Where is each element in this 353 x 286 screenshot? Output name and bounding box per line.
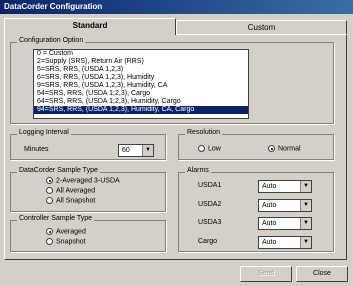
- config-option-listbox[interactable]: 0 = Custom 2=Supply (SRS), Return Air (R…: [33, 49, 249, 119]
- radio-on-icon: [46, 228, 53, 235]
- sample-type-legend: DataCorder Sample Type: [17, 167, 100, 174]
- minutes-label: Minutes: [24, 146, 49, 153]
- alarm-select-usda2[interactable]: Auto ▼: [258, 199, 312, 212]
- alarm-value: Auto: [262, 202, 277, 209]
- list-item[interactable]: 6=SRS, RRS, (USDA 1,2,3), Humidity: [34, 74, 248, 82]
- radio-off-icon: [46, 197, 53, 204]
- alarm-label-usda1: USDA1: [198, 182, 222, 189]
- controller-sample-radio-averaged[interactable]: Averaged: [46, 228, 86, 235]
- controller-sample-label: Averaged: [56, 228, 86, 236]
- alarm-label-usda2: USDA2: [198, 201, 222, 208]
- alarm-value: Auto: [262, 220, 277, 227]
- sample-type-label: All Snapshot: [56, 197, 96, 205]
- send-button[interactable]: Send: [240, 266, 292, 282]
- sample-type-label: 2-Averaged 3-USDA: [56, 177, 120, 185]
- sample-type-label: All Averaged: [56, 187, 96, 195]
- alarm-select-usda1[interactable]: Auto ▼: [258, 180, 312, 193]
- resolution-low-label: Low: [208, 145, 221, 153]
- sample-type-radio-averaged-usda[interactable]: 2-Averaged 3-USDA: [46, 177, 120, 184]
- alarm-value: Auto: [262, 239, 277, 246]
- alarm-label-cargo: Cargo: [198, 238, 218, 245]
- controller-sample-radio-snapshot[interactable]: Snapshot: [46, 238, 86, 245]
- list-item[interactable]: 5=SRS, RRS, (USDA 1,2,3): [34, 66, 248, 74]
- window-title: DataCorder Configuration: [0, 0, 353, 14]
- logging-interval-legend: Logging Interval: [17, 129, 71, 136]
- chevron-down-icon[interactable]: ▼: [142, 145, 153, 156]
- resolution-normal-radio[interactable]: Normal: [268, 145, 301, 152]
- resolution-low-radio[interactable]: Low: [198, 145, 221, 152]
- list-item[interactable]: 64=SRS, RRS, (USDA 1,2,3), Humidity, Car…: [34, 98, 248, 106]
- list-item[interactable]: 0 = Custom: [34, 50, 248, 58]
- chevron-down-icon[interactable]: ▼: [300, 237, 311, 248]
- sample-type-radio-all-snapshot[interactable]: All Snapshot: [46, 197, 95, 204]
- close-button[interactable]: Close: [296, 266, 348, 282]
- radio-on-icon: [268, 145, 275, 152]
- radio-on-icon: [46, 177, 53, 184]
- chevron-down-icon[interactable]: ▼: [300, 218, 311, 229]
- minutes-value: 60: [122, 147, 130, 154]
- alarm-label-usda3: USDA3: [198, 219, 222, 226]
- chevron-down-icon[interactable]: ▼: [300, 200, 311, 211]
- alarms-legend: Alarms: [185, 167, 211, 174]
- list-item[interactable]: 54=SRS, RRS, (USDA 1,2,3), Cargo: [34, 90, 248, 98]
- alarm-value: Auto: [262, 183, 277, 190]
- list-item[interactable]: 9=SRS, RRS, (USDA 1,2,3), Humidity, CA: [34, 82, 248, 90]
- minutes-select[interactable]: 60 ▼: [118, 144, 154, 157]
- resolution-legend: Resolution: [185, 129, 223, 136]
- chevron-down-icon[interactable]: ▼: [300, 181, 311, 192]
- resolution-normal-label: Normal: [278, 145, 301, 153]
- tab-custom[interactable]: Custom: [176, 20, 347, 35]
- tab-standard[interactable]: Standard: [4, 18, 176, 35]
- config-option-legend: Configuration Option: [17, 37, 86, 44]
- list-item[interactable]: 2=Supply (SRS), Return Air (RRS): [34, 58, 248, 66]
- radio-off-icon: [46, 238, 53, 245]
- radio-off-icon: [198, 145, 205, 152]
- alarm-select-cargo[interactable]: Auto ▼: [258, 236, 312, 249]
- radio-off-icon: [46, 187, 53, 194]
- alarm-select-usda3[interactable]: Auto ▼: [258, 217, 312, 230]
- sample-type-radio-all-averaged[interactable]: All Averaged: [46, 187, 95, 194]
- controller-sample-label: Snapshot: [56, 238, 86, 246]
- controller-sample-group: Controller Sample Type: [10, 215, 166, 252]
- controller-sample-legend: Controller Sample Type: [17, 215, 95, 222]
- list-item-selected[interactable]: 94=SRS, RRS, (USDA 1,2,3), Humidity, CA,…: [34, 106, 248, 114]
